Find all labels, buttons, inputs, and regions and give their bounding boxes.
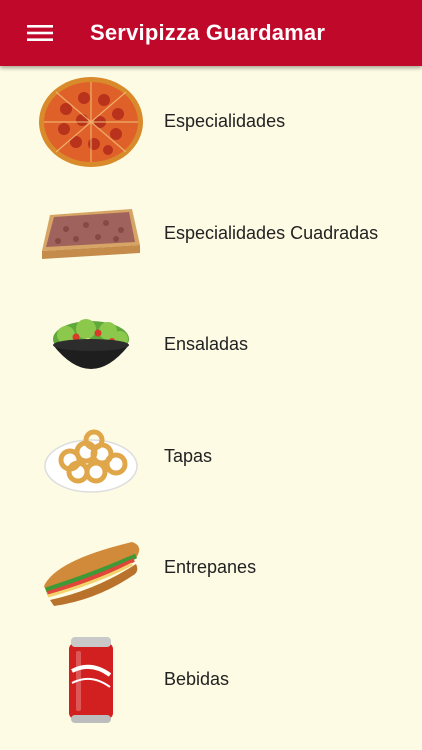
menu-button[interactable] [20, 13, 60, 53]
cola-can-icon [69, 637, 113, 724]
tapas-icon [44, 429, 138, 493]
category-bebidas[interactable]: Bebidas [0, 624, 422, 736]
category-ensaladas[interactable]: Ensaladas [0, 289, 422, 401]
category-especialidades-cuadradas[interactable]: Especialidades Cuadradas [0, 178, 422, 290]
category-especialidades[interactable]: Especialidades [0, 66, 422, 178]
category-label: Tapas [164, 445, 213, 466]
hamburger-menu-icon [27, 25, 53, 41]
category-label: Especialidades Cuadradas [164, 222, 379, 243]
app-bar: Servipizza Guardamar [0, 0, 422, 66]
category-thumbnail [36, 520, 146, 616]
app-title: Servipizza Guardamar [90, 20, 326, 45]
category-thumbnail [36, 185, 146, 281]
category-thumbnail [36, 297, 146, 393]
category-entrepanes[interactable]: Entrepanes [0, 512, 422, 624]
category-tapas[interactable]: Tapas [0, 401, 422, 513]
category-label: Ensaladas [164, 334, 249, 355]
category-thumbnail [36, 408, 146, 504]
sandwich-icon [44, 541, 140, 606]
pizza-icon [39, 76, 143, 167]
category-list: Especialidades Especialidades Cuadradas [0, 66, 422, 735]
category-label: Especialidades [164, 111, 286, 132]
category-thumbnail [36, 631, 146, 727]
square-pizza-icon [42, 209, 140, 260]
category-label: Entrepanes [164, 557, 257, 578]
category-thumbnail [36, 74, 146, 170]
salad-icon [53, 318, 129, 369]
category-label: Bebidas [164, 668, 230, 689]
